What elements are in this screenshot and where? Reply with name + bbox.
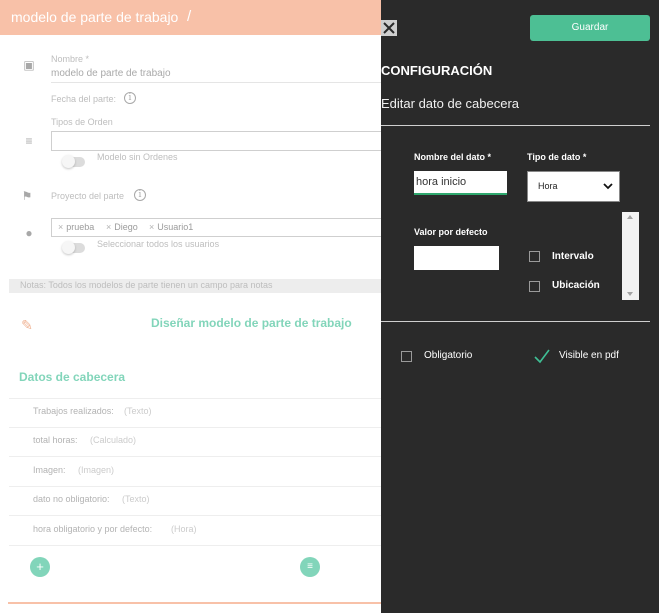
tipos-orden-input[interactable] (51, 131, 381, 151)
config-title: CONFIGURACIÓN (381, 63, 493, 78)
remove-icon[interactable]: × (58, 222, 63, 232)
remove-icon[interactable]: × (149, 222, 154, 232)
list-icon: ≡ (25, 134, 33, 148)
row-divider (9, 486, 381, 487)
modelo-sin-ordenes-toggle[interactable] (62, 155, 85, 168)
field-type: (Texto) (122, 494, 150, 504)
intervalo-checkbox[interactable] (529, 251, 540, 262)
ubicacion-checkbox[interactable] (529, 281, 540, 292)
add-field-button[interactable]: + (30, 557, 50, 577)
field-type: (Imagen) (78, 465, 115, 475)
scroll-down-arrow-icon[interactable] (627, 292, 633, 296)
row-divider (9, 515, 381, 516)
seleccionar-todos-label: Seleccionar todos los usuarios (97, 239, 220, 249)
tipo-dato-label: Tipo de dato * (527, 152, 587, 162)
tipo-dato-select[interactable]: Hora (527, 171, 620, 202)
worker-icon: ⚑ (21, 189, 33, 203)
design-icon: ✎ (21, 317, 33, 333)
nombre-label: Nombre * (51, 54, 90, 64)
field-type: (Calculado) (90, 435, 137, 445)
modal-dim-overlay (0, 0, 381, 613)
visible-pdf-checkbox[interactable] (533, 347, 551, 365)
close-icon[interactable] (381, 20, 397, 36)
field-name[interactable]: dato no obligatorio: (33, 494, 110, 504)
nombre-dato-label: Nombre del dato * (414, 152, 492, 162)
form-header: modelo de parte de trabajo / (0, 0, 381, 35)
user-chip[interactable]: × Usuario1 (149, 222, 193, 232)
proyecto-label: Proyecto del parte (51, 191, 125, 201)
user-chip[interactable]: × prueba (58, 222, 94, 232)
proyecto-info-icon[interactable]: i (134, 189, 146, 201)
row-divider (9, 545, 381, 546)
nombre-value[interactable]: modelo de parte de trabajo (51, 68, 171, 79)
field-name[interactable]: Imagen: (33, 465, 66, 475)
tipo-dato-value: Hora (538, 181, 558, 191)
reorder-fields-button[interactable]: ≡ (300, 557, 320, 577)
field-type: (Texto) (124, 406, 152, 416)
usuarios-input[interactable] (51, 218, 381, 237)
nombre-underline (51, 82, 381, 83)
edit-title: Editar dato de cabecera (381, 96, 520, 111)
breadcrumb-separator: / (187, 8, 192, 25)
design-model-link[interactable]: Diseñar modelo de parte de trabajo (151, 316, 352, 330)
modelo-sin-ordenes-label: Modelo sin Ordenes (97, 152, 178, 162)
ubicacion-label: Ubicación (552, 280, 600, 291)
parte-form-background: modelo de parte de trabajo / ▣ Nombre * … (0, 0, 381, 613)
inbox-icon: ▣ (23, 58, 35, 72)
options-scrollbar[interactable] (622, 212, 639, 300)
row-divider (9, 398, 381, 399)
form-title: modelo de parte de trabajo (11, 9, 179, 25)
obligatorio-label: Obligatorio (424, 350, 473, 361)
scroll-up-arrow-icon[interactable] (627, 215, 633, 219)
user-chip[interactable]: × Diego (106, 222, 138, 232)
bottom-accent-line (8, 602, 381, 604)
tipos-label: Tipos de Orden (51, 117, 113, 127)
fecha-label: Fecha del parte: (51, 94, 117, 104)
field-type: (Hora) (171, 524, 197, 534)
fecha-info-icon[interactable]: i (124, 92, 136, 104)
field-name[interactable]: Trabajos realizados: (33, 406, 114, 416)
section-divider (381, 125, 650, 126)
row-divider (9, 456, 381, 457)
intervalo-label: Intervalo (552, 251, 594, 262)
visible-pdf-label: Visible en pdf (559, 350, 619, 361)
field-name[interactable]: hora obligatorio y por defecto: (33, 524, 152, 534)
datos-cabecera-title: Datos de cabecera (19, 370, 126, 384)
save-button[interactable]: Guardar (530, 15, 650, 41)
section-divider (381, 321, 650, 322)
chevron-down-icon (603, 183, 613, 190)
seleccionar-todos-toggle[interactable] (62, 241, 85, 254)
user-icon: ● (25, 226, 33, 240)
nombre-dato-input[interactable] (414, 171, 507, 195)
row-divider (9, 427, 381, 428)
field-name[interactable]: total horas: (33, 435, 78, 445)
remove-icon[interactable]: × (106, 222, 111, 232)
list-icon: ≡ (307, 561, 313, 572)
config-panel: Guardar CONFIGURACIÓN Editar dato de cab… (381, 0, 659, 613)
valor-defecto-input[interactable] (414, 246, 499, 270)
notes-text: Notas: Todos los modelos de parte tienen… (20, 280, 273, 290)
plus-icon: + (36, 559, 44, 574)
obligatorio-checkbox[interactable] (401, 351, 412, 362)
valor-defecto-label: Valor por defecto (414, 227, 488, 237)
